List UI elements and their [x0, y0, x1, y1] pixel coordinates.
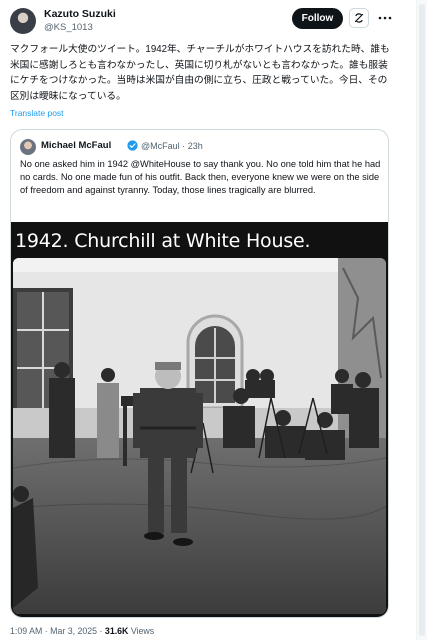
translate-link[interactable]: Translate post [10, 108, 64, 118]
tweet-date[interactable]: Mar 3, 2025 [50, 626, 97, 636]
churchill-photo[interactable] [13, 258, 386, 614]
more-icon[interactable] [375, 9, 395, 27]
author-name[interactable]: Kazuto Suzuki [44, 8, 116, 21]
quote-author-avatar[interactable] [20, 139, 36, 155]
author-avatar[interactable] [10, 8, 36, 34]
author-info[interactable]: Kazuto Suzuki @KS_1013 [44, 8, 116, 34]
verified-badge-icon [127, 140, 138, 151]
tweet: Kazuto Suzuki @KS_1013 Follow マクフォール大使のツ… [0, 0, 400, 640]
views-count: 31.6K [104, 626, 129, 636]
tweet-text: マクフォール大使のツイート。1942年、チャーチルがホワイトハウスを訪れた時、誰… [10, 44, 390, 102]
page-scrollbar[interactable] [416, 0, 427, 640]
quoted-tweet[interactable]: Michael McFaul @McFaul · 23h No one aske… [10, 129, 389, 618]
quote-meta: @McFaul · 23h [141, 141, 203, 151]
grok-icon[interactable] [349, 8, 369, 28]
quote-separator: · [182, 141, 186, 151]
media-caption: 1942. Churchill at White House. [15, 230, 311, 252]
views-label: Views [130, 626, 155, 636]
quote-time[interactable]: 23h [188, 141, 203, 151]
quote-author-handle[interactable]: @McFaul [141, 141, 180, 151]
scrollbar-thumb[interactable] [419, 4, 425, 636]
tweet-timestamp: 1:09 AM · Mar 3, 2025 · 31.6K Views [10, 626, 154, 636]
meta-separator-1: · [44, 626, 48, 636]
quote-author-name[interactable]: Michael McFaul [41, 140, 111, 151]
quote-media[interactable]: 1942. Churchill at White House. [11, 222, 388, 617]
quote-text: No one asked him in 1942 @WhiteHouse to … [20, 159, 381, 196]
tweet-time[interactable]: 1:09 AM [10, 626, 42, 636]
follow-button[interactable]: Follow [292, 8, 343, 29]
meta-separator-2: · [99, 626, 103, 636]
author-handle[interactable]: @KS_1013 [44, 21, 116, 34]
